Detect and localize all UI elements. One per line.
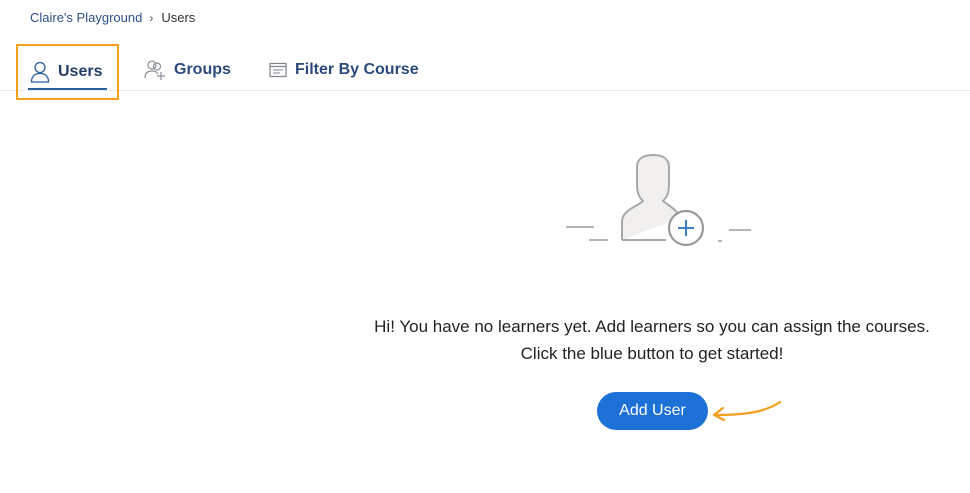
tab-groups[interactable]: Groups	[144, 47, 231, 93]
tab-users[interactable]: Users	[16, 44, 119, 100]
tab-filter-by-course[interactable]: Filter By Course	[269, 47, 419, 93]
add-user-illustration-icon	[560, 150, 760, 250]
add-user-button[interactable]: Add User	[597, 392, 708, 430]
pointer-arrow-icon	[708, 396, 784, 426]
active-tab-indicator	[28, 88, 107, 90]
tab-filter-by-course-label: Filter By Course	[295, 61, 419, 78]
empty-state-message: Hi! You have no learners yet. Add learne…	[340, 313, 964, 367]
user-icon	[30, 61, 50, 83]
tab-bar: Users Groups Filter By Course	[0, 44, 970, 100]
empty-state-line-2: Click the blue button to get started!	[520, 344, 784, 363]
tab-users-label: Users	[58, 63, 103, 80]
breadcrumb-separator: ›	[149, 10, 154, 25]
breadcrumb-parent-link[interactable]: Claire's Playground	[30, 10, 142, 25]
group-add-icon	[144, 59, 166, 81]
breadcrumb: Claire's Playground › Users	[30, 10, 195, 25]
users-page: Claire's Playground › Users Users Groups…	[0, 0, 970, 493]
tab-groups-label: Groups	[174, 61, 231, 78]
breadcrumb-current: Users	[161, 10, 196, 25]
empty-state-line-1: Hi! You have no learners yet. Add learne…	[374, 317, 930, 336]
course-icon	[269, 62, 287, 78]
